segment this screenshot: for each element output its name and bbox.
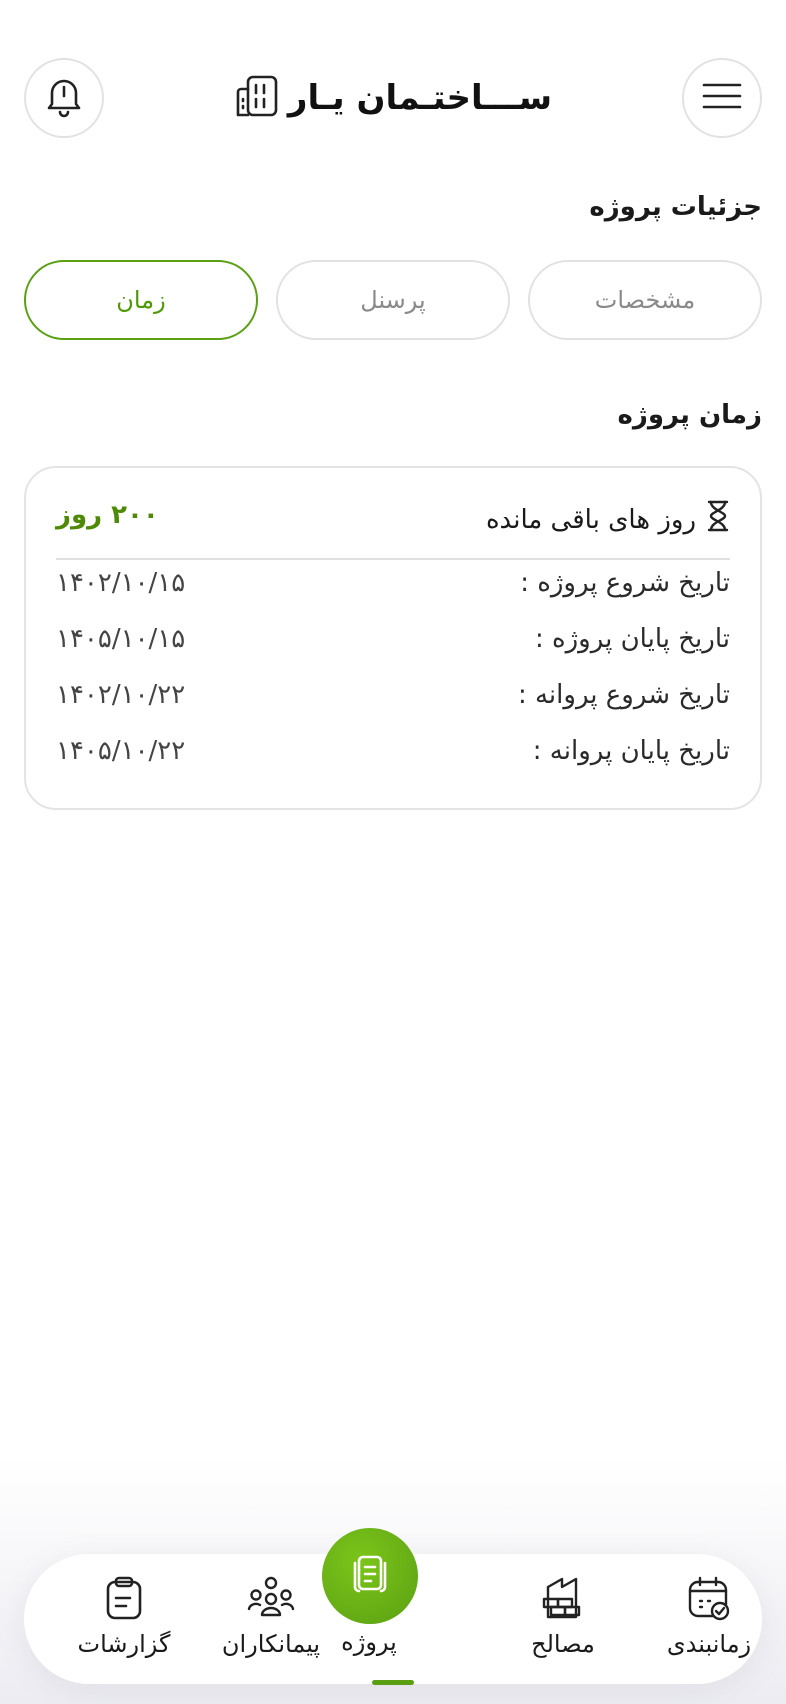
nav-label-project: پروژه xyxy=(341,1628,397,1656)
project-time-title: زمان پروژه xyxy=(617,400,763,430)
app-name: ســـاختـمان یـار xyxy=(287,78,553,118)
hourglass-icon xyxy=(706,500,730,539)
detail-tabs: زمان پرسنل مشخصات xyxy=(24,260,762,340)
row-label: تاریخ پایان پروانه : xyxy=(532,736,730,766)
remaining-days-header: روز های باقی مانده ۲۰۰ روز xyxy=(56,490,730,560)
nav-item-schedule[interactable]: زمانبندی xyxy=(639,1554,779,1684)
project-start-row: تاریخ شروع پروژه : ۱۴۰۲/۱۰/۱۵ xyxy=(56,568,730,608)
calendar-check-icon xyxy=(686,1574,732,1622)
remaining-days-label-group: روز های باقی مانده xyxy=(486,500,730,539)
clipboard-icon xyxy=(102,1574,146,1622)
row-label: تاریخ شروع پروانه : xyxy=(517,680,730,710)
remaining-days-value: ۲۰۰ روز xyxy=(56,500,159,530)
bricks-icon xyxy=(540,1574,586,1622)
row-value: ۱۴۰۲/۱۰/۱۵ xyxy=(56,568,186,598)
document-icon xyxy=(347,1551,393,1601)
people-group-icon xyxy=(247,1574,295,1622)
nav-item-reports[interactable]: گزارشات xyxy=(54,1554,194,1684)
tab-personnel[interactable]: پرسنل xyxy=(276,260,510,340)
nav-label: مصالح xyxy=(531,1630,595,1658)
active-nav-indicator xyxy=(372,1680,414,1685)
nav-label: زمانبندی xyxy=(666,1630,752,1658)
row-value: ۱۴۰۵/۱۰/۱۵ xyxy=(56,624,186,654)
nav-item-project[interactable] xyxy=(322,1528,418,1624)
row-label: تاریخ شروع پروژه : xyxy=(520,568,730,598)
nav-item-materials[interactable]: مصالح xyxy=(493,1554,633,1684)
row-value: ۱۴۰۲/۱۰/۲۲ xyxy=(56,680,186,710)
permit-end-row: تاریخ پایان پروانه : ۱۴۰۵/۱۰/۲۲ xyxy=(56,736,730,776)
row-value: ۱۴۰۵/۱۰/۲۲ xyxy=(56,736,186,766)
nav-label: گزارشات xyxy=(77,1630,171,1658)
building-icon xyxy=(234,73,280,123)
hamburger-icon xyxy=(702,82,742,114)
remaining-days-label: روز های باقی مانده xyxy=(485,504,696,535)
tab-time[interactable]: زمان xyxy=(24,260,258,340)
nav-item-contractors[interactable]: پیمانکاران xyxy=(201,1554,341,1684)
project-end-row: تاریخ پایان پروژه : ۱۴۰۵/۱۰/۱۵ xyxy=(56,624,730,664)
top-bar: ســـاختـمان یـار xyxy=(0,0,786,200)
project-details-title: جزئیات پروژه xyxy=(589,192,762,222)
permit-start-row: تاریخ شروع پروانه : ۱۴۰۲/۱۰/۲۲ xyxy=(56,680,730,720)
row-label: تاریخ پایان پروژه : xyxy=(534,624,730,654)
tab-specifications[interactable]: مشخصات xyxy=(528,260,762,340)
menu-button[interactable] xyxy=(682,58,762,138)
project-time-card: روز های باقی مانده ۲۰۰ روز تاریخ شروع پر… xyxy=(24,466,762,810)
app-logo: ســـاختـمان یـار xyxy=(0,70,786,126)
